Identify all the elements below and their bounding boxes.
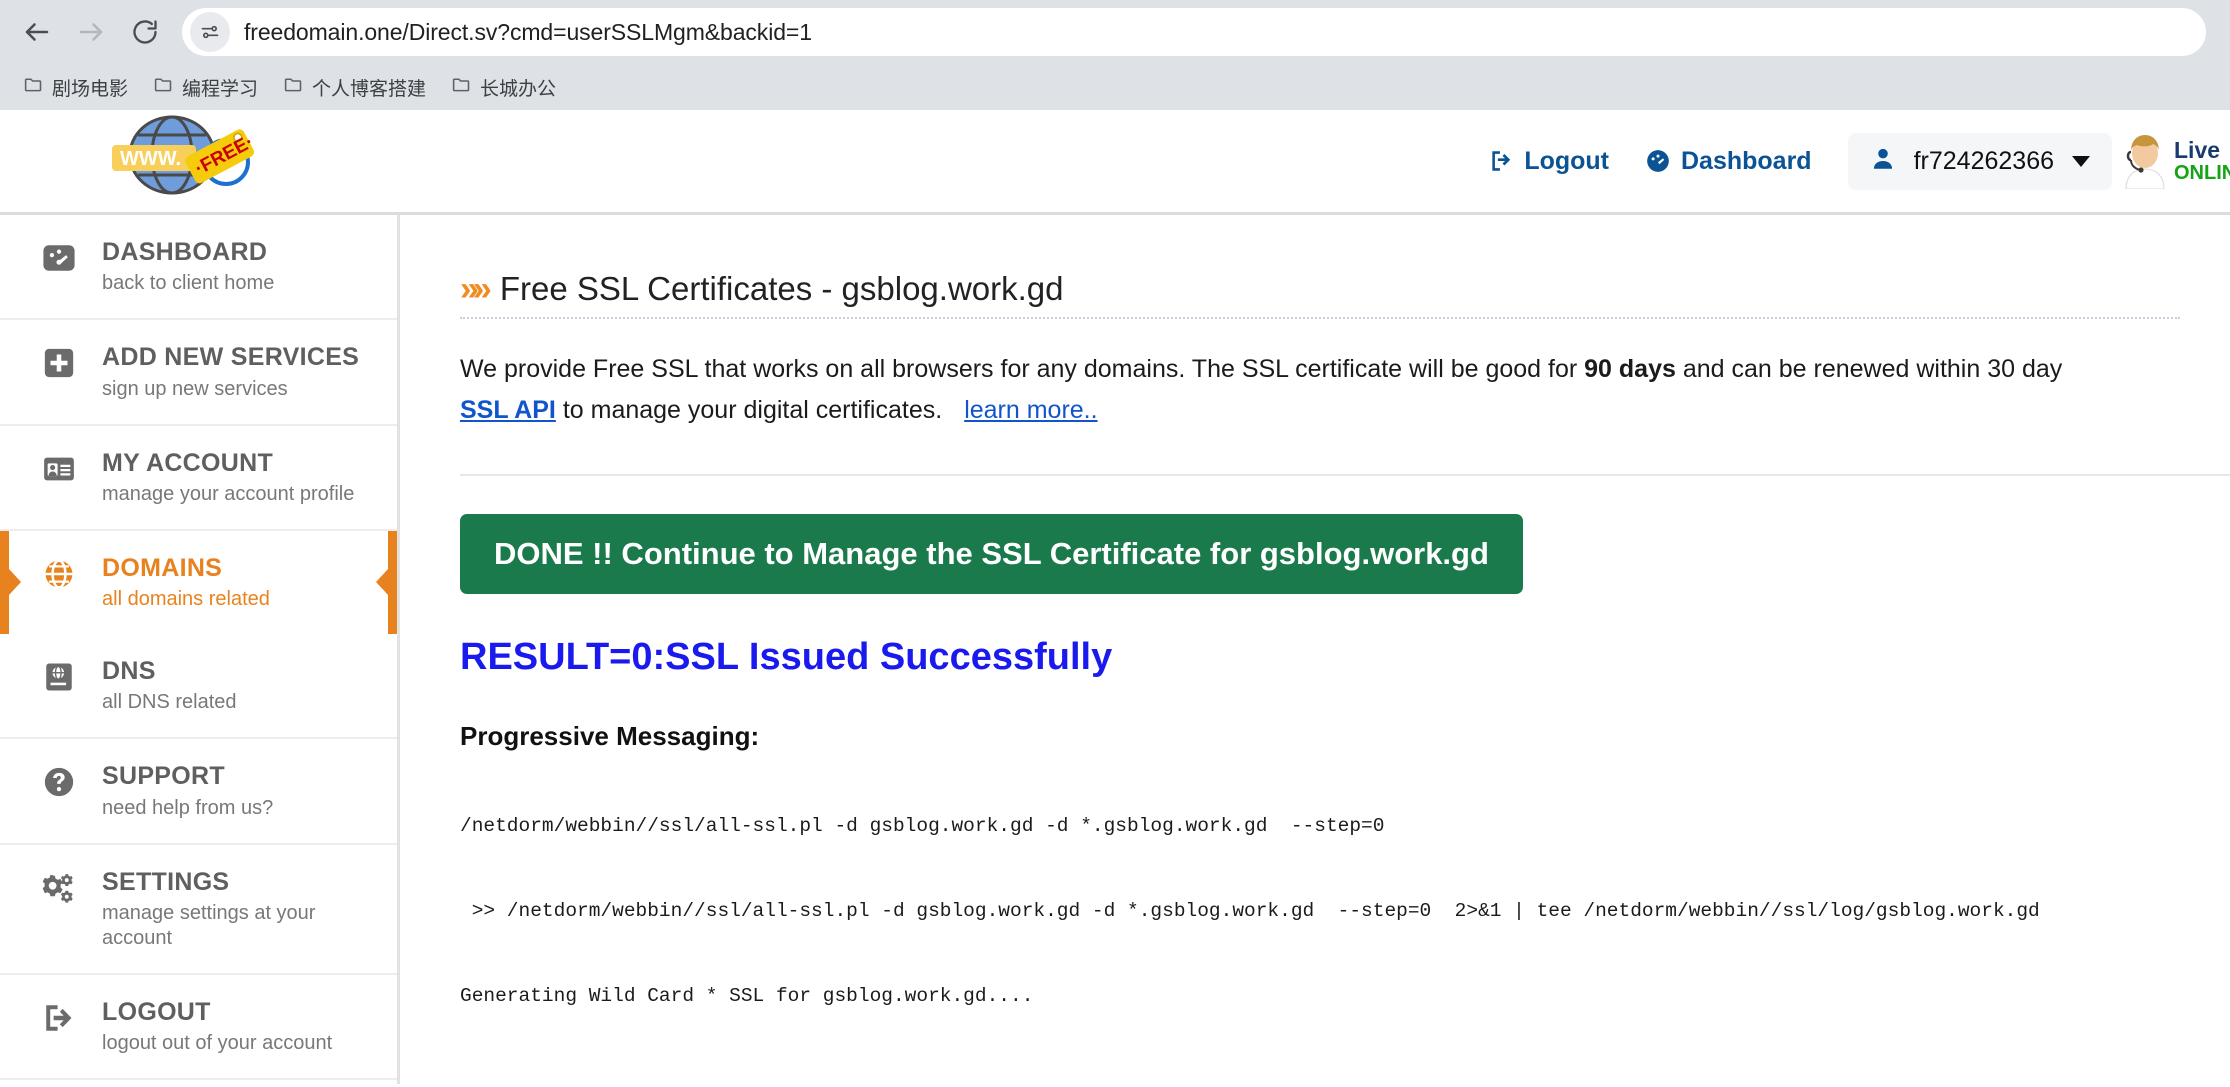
logout-icon: [38, 997, 80, 1035]
sidebar-item-label: ADD NEW SERVICES: [102, 343, 360, 372]
intro-text-part3: to manage your digital certificates.: [555, 396, 943, 425]
progressive-messaging-heading: Progressive Messaging:: [460, 720, 760, 751]
bookmark-item[interactable]: 个人博客搭建: [274, 70, 435, 105]
sidebar-item-sublabel: back to client home: [102, 272, 275, 295]
header-nav: Logout Dashboard fr724262366 Live ONLIN: [1488, 110, 2230, 212]
page-content: WWW. ·FREE· Logout Dashboard fr724262366…: [0, 110, 2230, 1087]
site-header: WWW. ·FREE· Logout Dashboard fr724262366…: [0, 110, 2230, 215]
sidebar-item-label: DOMAINS: [102, 553, 223, 582]
sidebar-item-sublabel: need help from us?: [102, 796, 274, 819]
sidebar-item-label: MY ACCOUNT: [102, 448, 274, 477]
sidebar-item-dns[interactable]: DNS all DNS related: [0, 634, 397, 740]
bookmark-item[interactable]: 剧场电影: [14, 70, 137, 105]
sidebar-item-settings[interactable]: SETTINGS manage settings at your account: [0, 845, 397, 975]
result-heading: RESULT=0:SSL Issued Successfully: [460, 635, 1113, 678]
bookmark-item[interactable]: 长城办公: [442, 70, 565, 105]
site-logo[interactable]: WWW. ·FREE·: [108, 115, 273, 200]
learn-more-link[interactable]: learn more..: [964, 396, 1097, 424]
support-agent-avatar: [2122, 129, 2168, 194]
live-chat-widget[interactable]: Live ONLINE: [2122, 129, 2230, 194]
logout-icon: [1488, 148, 1514, 174]
double-chevron-right-icon: »»: [460, 270, 492, 308]
user-menu[interactable]: fr724262366: [1847, 132, 2112, 190]
sidebar-item-sublabel: manage your account profile: [102, 482, 355, 505]
dashboard-gauge-icon: [1645, 148, 1671, 174]
chevron-down-icon[interactable]: [2072, 155, 2090, 167]
gears-icon: [38, 867, 80, 905]
globe-icon: [38, 553, 80, 591]
intro-text-part1: We provide Free SSL that works on all br…: [460, 355, 1585, 383]
ssl-api-link[interactable]: SSL API: [460, 396, 556, 424]
header-dashboard-label: Dashboard: [1681, 146, 1812, 175]
sidebar-item-sublabel: manage settings at your account: [102, 901, 316, 949]
log-blank-line: [460, 1066, 2230, 1084]
browser-chrome: freedomain.one/Direct.sv?cmd=userSSLMgm&…: [0, 0, 2230, 110]
active-notch-left-icon: [9, 569, 21, 596]
log-output: /netdorm/webbin//ssl/all-ssl.pl -d gsblo…: [460, 756, 2230, 1085]
bookmark-label: 剧场电影: [52, 78, 129, 100]
user-avatar-icon: [1870, 145, 1896, 178]
folder-icon: [23, 74, 44, 101]
active-notch-right-icon: [376, 569, 388, 596]
sidebar-item-sublabel: all DNS related: [102, 691, 237, 714]
bookmark-label: 编程学习: [182, 78, 259, 100]
user-name-label: fr724262366: [1913, 146, 2054, 175]
page-title: Free SSL Certificates - gsblog.work.gd: [499, 270, 1064, 307]
sidebar-item-dashboard[interactable]: DASHBOARD back to client home: [0, 215, 397, 321]
intro-bold-duration: 90 days: [1584, 355, 1676, 383]
page-title-row: »» Free SSL Certificates - gsblog.work.g…: [460, 270, 2180, 319]
dns-book-icon: [38, 656, 80, 694]
dashboard-gauge-icon: [38, 237, 80, 275]
body-wrap: DASHBOARD back to client home ADD NEW SE…: [0, 215, 2230, 1084]
bookmark-label: 个人博客搭建: [312, 78, 427, 100]
live-chat-status: ONLINE: [2174, 161, 2230, 184]
back-arrow-icon[interactable]: [10, 5, 64, 59]
sidebar-item-support[interactable]: SUPPORT need help from us?: [0, 739, 397, 845]
sidebar: DASHBOARD back to client home ADD NEW SE…: [0, 215, 400, 1084]
svg-text:WWW.: WWW.: [120, 148, 181, 170]
folder-icon: [451, 74, 472, 101]
id-card-icon: [38, 448, 80, 486]
folder-icon: [153, 74, 174, 101]
log-line: Generating Wild Card * SSL for gsblog.wo…: [460, 984, 1034, 1007]
folder-icon: [283, 74, 304, 101]
sidebar-item-sublabel: logout out of your account: [102, 1032, 333, 1054]
intro-text-part2: and can be renewed within 30 day: [1675, 355, 2063, 383]
bookmark-label: 长城办公: [480, 78, 557, 100]
sidebar-item-domains[interactable]: DOMAINS all domains related: [0, 530, 397, 635]
sidebar-item-label: SUPPORT: [102, 762, 225, 791]
forward-arrow-icon[interactable]: [64, 5, 118, 59]
sidebar-item-sublabel: all domains related: [102, 588, 270, 610]
header-dashboard-link[interactable]: Dashboard: [1645, 147, 1812, 176]
sidebar-item-logout[interactable]: LOGOUT logout out of your account: [0, 975, 397, 1080]
plus-square-icon: [38, 342, 80, 380]
url-text[interactable]: freedomain.one/Direct.sv?cmd=userSSLMgm&…: [244, 19, 812, 46]
log-line: /netdorm/webbin//ssl/all-ssl.pl -d gsblo…: [460, 815, 1385, 838]
bookmark-item[interactable]: 编程学习: [144, 70, 267, 105]
live-chat-text: Live ONLINE: [2174, 138, 2230, 183]
browser-toolbar: freedomain.one/Direct.sv?cmd=userSSLMgm&…: [0, 0, 2230, 64]
question-circle-icon: [38, 761, 80, 799]
live-chat-title: Live: [2174, 137, 2221, 164]
main-content: »» Free SSL Certificates - gsblog.work.g…: [400, 215, 2230, 1084]
header-logout-link[interactable]: Logout: [1488, 147, 1609, 176]
bookmarks-bar: 剧场电影 编程学习 个人博客搭建 长城办公: [0, 64, 2230, 110]
sidebar-item-add-new-services[interactable]: ADD NEW SERVICES sign up new services: [0, 320, 397, 426]
section-divider: [460, 473, 2230, 476]
continue-manage-ssl-button[interactable]: DONE !! Continue to Manage the SSL Certi…: [460, 513, 1523, 594]
intro-paragraph: We provide Free SSL that works on all br…: [460, 349, 2230, 432]
sidebar-item-label: SETTINGS: [102, 867, 230, 896]
sidebar-item-label: DNS: [102, 657, 156, 685]
sidebar-item-label: LOGOUT: [102, 997, 211, 1026]
reload-icon[interactable]: [118, 5, 172, 59]
header-logout-label: Logout: [1524, 146, 1609, 175]
sidebar-item-my-account[interactable]: MY ACCOUNT manage your account profile: [0, 426, 397, 531]
sidebar-item-sublabel: sign up new services: [102, 377, 288, 400]
omnibox[interactable]: freedomain.one/Direct.sv?cmd=userSSLMgm&…: [182, 8, 2206, 56]
log-line: >> /netdorm/webbin//ssl/all-ssl.pl -d gs…: [460, 899, 2040, 922]
site-settings-icon[interactable]: [190, 12, 230, 52]
sidebar-item-label: DASHBOARD: [102, 238, 268, 266]
